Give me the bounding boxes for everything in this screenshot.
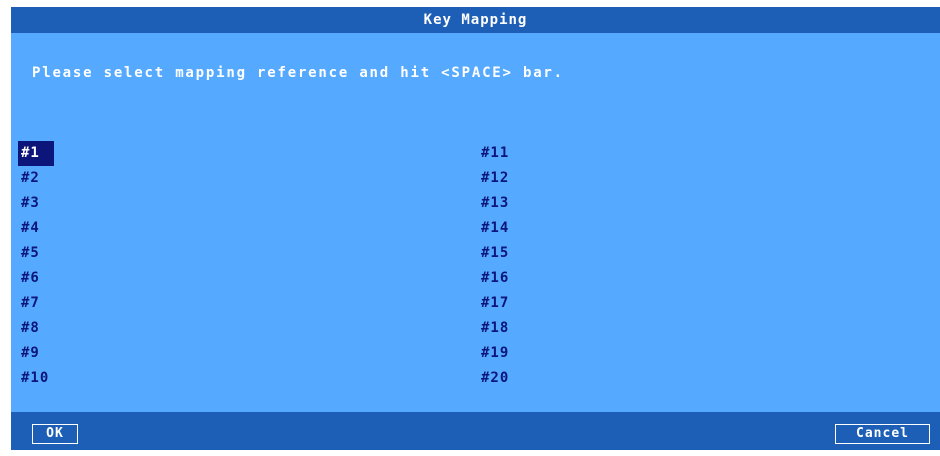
dialog-button-bar: OK Cancel — [11, 412, 940, 450]
mapping-item-3[interactable]: #3 — [18, 191, 43, 216]
ok-button[interactable]: OK — [32, 424, 78, 444]
mapping-item-13[interactable]: #13 — [478, 191, 512, 216]
mapping-item-15[interactable]: #15 — [478, 241, 512, 266]
mapping-item-17[interactable]: #17 — [478, 291, 512, 316]
mapping-item-10[interactable]: #10 — [18, 366, 52, 391]
mapping-item-5[interactable]: #5 — [18, 241, 43, 266]
mapping-item-16[interactable]: #16 — [478, 266, 512, 291]
instruction-message: Please select mapping reference and hit … — [32, 65, 564, 81]
mapping-item-4[interactable]: #4 — [18, 216, 43, 241]
dialog-title-bar: Key Mapping — [11, 7, 940, 33]
dialog-title: Key Mapping — [423, 12, 528, 28]
mapping-item-20[interactable]: #20 — [478, 366, 512, 391]
mapping-list-right: #11 #12 #13 #14 #15 #16 #17 #18 #19 #20 — [478, 141, 512, 391]
cancel-button[interactable]: Cancel — [835, 424, 930, 444]
mapping-item-6[interactable]: #6 — [18, 266, 43, 291]
mapping-item-1[interactable]: #1 — [18, 141, 54, 166]
mapping-item-12[interactable]: #12 — [478, 166, 512, 191]
mapping-item-19[interactable]: #19 — [478, 341, 512, 366]
mapping-item-8[interactable]: #8 — [18, 316, 43, 341]
mapping-item-7[interactable]: #7 — [18, 291, 43, 316]
key-mapping-dialog: Key Mapping Please select mapping refere… — [11, 7, 940, 450]
mapping-list-left: #1 #2 #3 #4 #5 #6 #7 #8 #9 #10 — [18, 141, 54, 391]
mapping-item-18[interactable]: #18 — [478, 316, 512, 341]
mapping-item-14[interactable]: #14 — [478, 216, 512, 241]
mapping-item-9[interactable]: #9 — [18, 341, 43, 366]
mapping-item-2[interactable]: #2 — [18, 166, 43, 191]
mapping-item-11[interactable]: #11 — [478, 141, 512, 166]
